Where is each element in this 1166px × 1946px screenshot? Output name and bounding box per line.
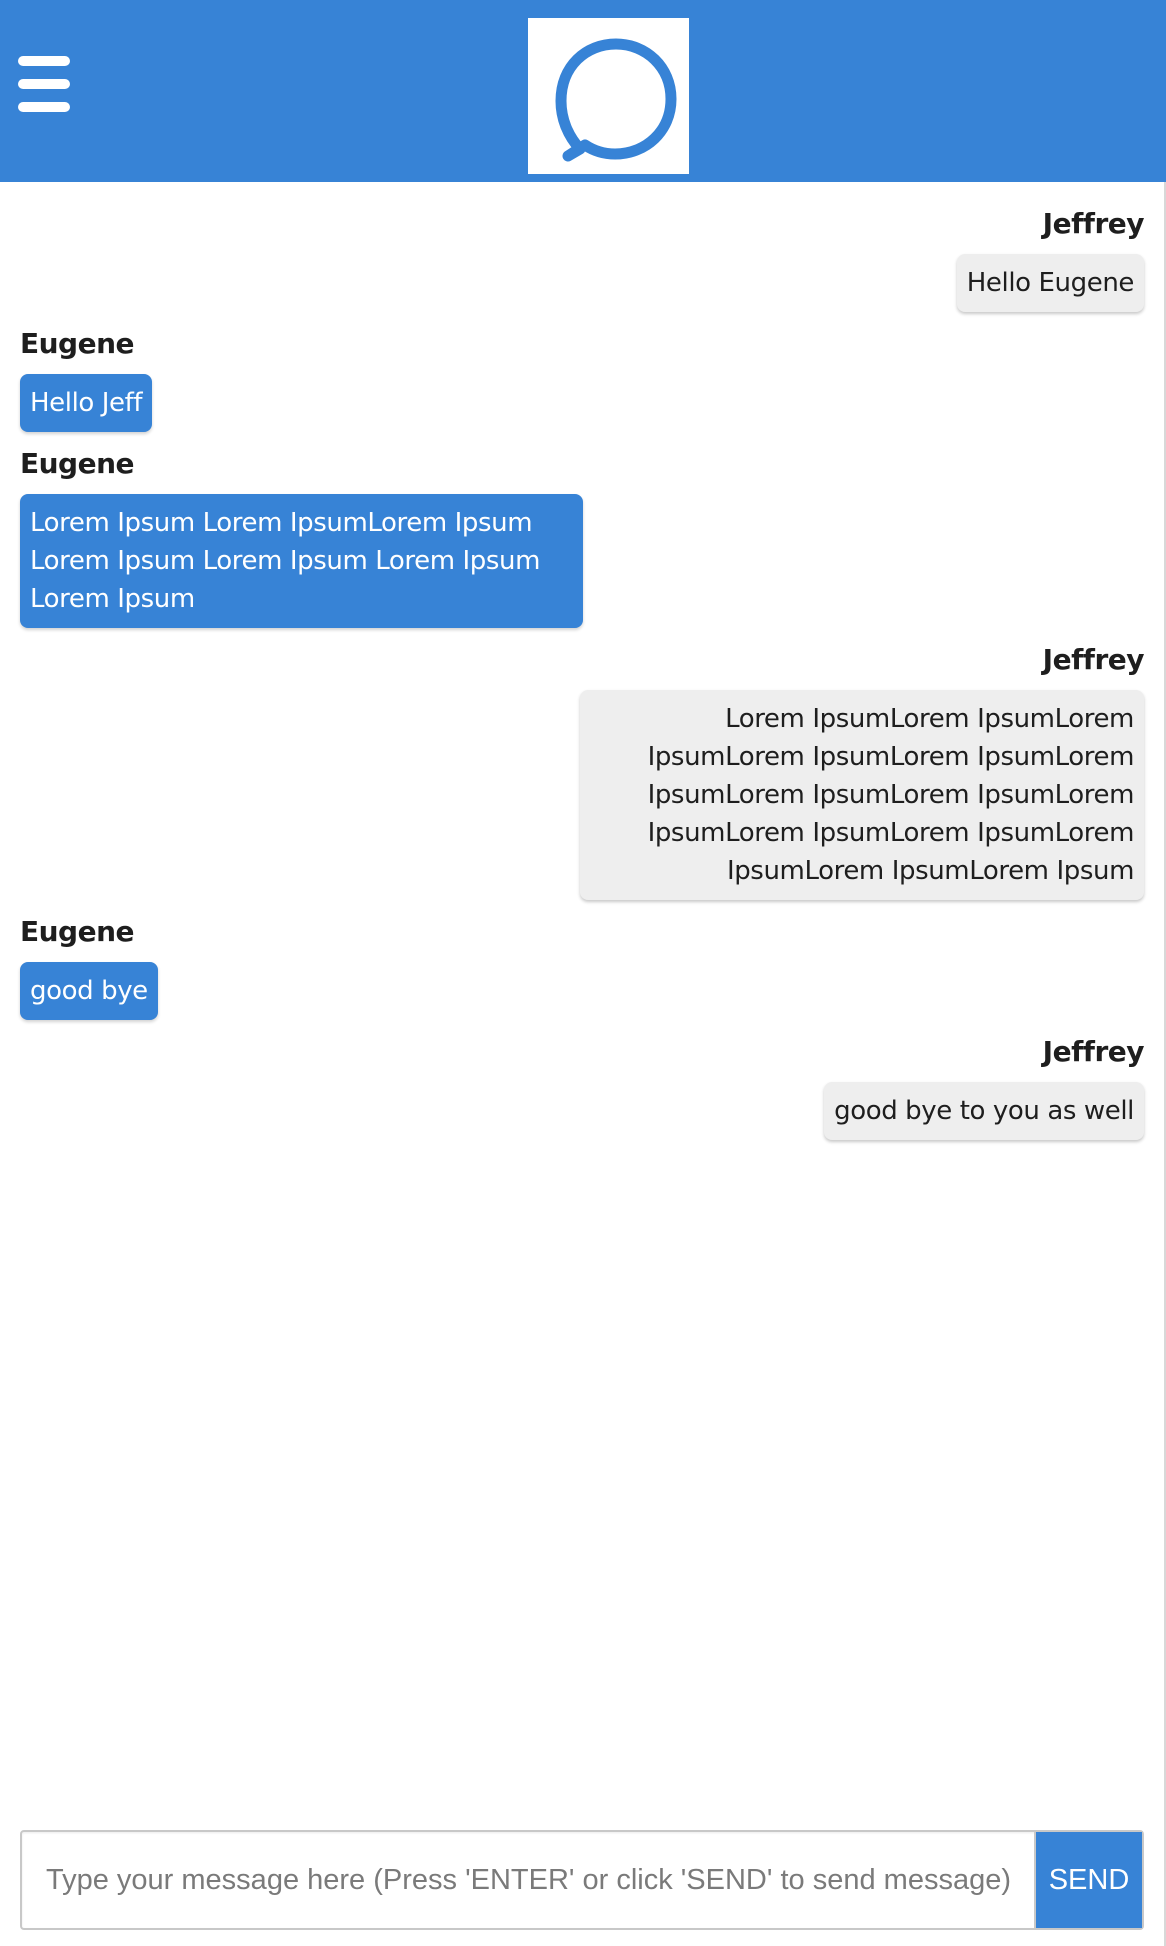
sender-name: Jeffrey (1042, 643, 1145, 676)
send-button[interactable]: SEND (1034, 1832, 1142, 1928)
sender-name: Jeffrey (1042, 207, 1145, 240)
outgoing-message-bubble: good bye to you as well (824, 1082, 1144, 1140)
message-group: Jeffrey Lorem IpsumLorem IpsumLorem Ipsu… (580, 642, 1145, 900)
message-group: Eugene Hello Jeff (20, 326, 153, 432)
sender-name: Jeffrey (1042, 1035, 1145, 1068)
app-header (0, 0, 1166, 182)
message-input[interactable] (22, 1832, 1032, 1928)
message-group: Eugene good bye (20, 914, 158, 1020)
message-list[interactable]: Jeffrey Hello Eugene Eugene Hello Jeff E… (0, 182, 1166, 1822)
message-group: Eugene Lorem Ipsum Lorem IpsumLorem Ipsu… (20, 446, 583, 628)
incoming-message-bubble: Hello Jeff (20, 374, 153, 432)
message-composer: SEND (20, 1830, 1144, 1930)
chat-page: Jeffrey Hello Eugene Eugene Hello Jeff E… (0, 0, 1166, 1946)
incoming-message-bubble: good bye (20, 962, 158, 1020)
incoming-message-bubble: Lorem Ipsum Lorem IpsumLorem Ipsum Lorem… (20, 494, 583, 628)
sender-name: Eugene (20, 447, 135, 480)
outgoing-message-bubble: Lorem IpsumLorem IpsumLorem IpsumLorem I… (580, 690, 1144, 900)
sender-name: Eugene (20, 327, 135, 360)
message-group: Jeffrey good bye to you as well (824, 1034, 1144, 1140)
sender-name: Eugene (20, 915, 135, 948)
hamburger-menu-icon[interactable] (18, 56, 70, 112)
app-logo (528, 18, 689, 174)
chat-bubble-icon (555, 38, 677, 162)
message-group: Jeffrey Hello Eugene (956, 206, 1145, 312)
outgoing-message-bubble: Hello Eugene (956, 254, 1144, 312)
